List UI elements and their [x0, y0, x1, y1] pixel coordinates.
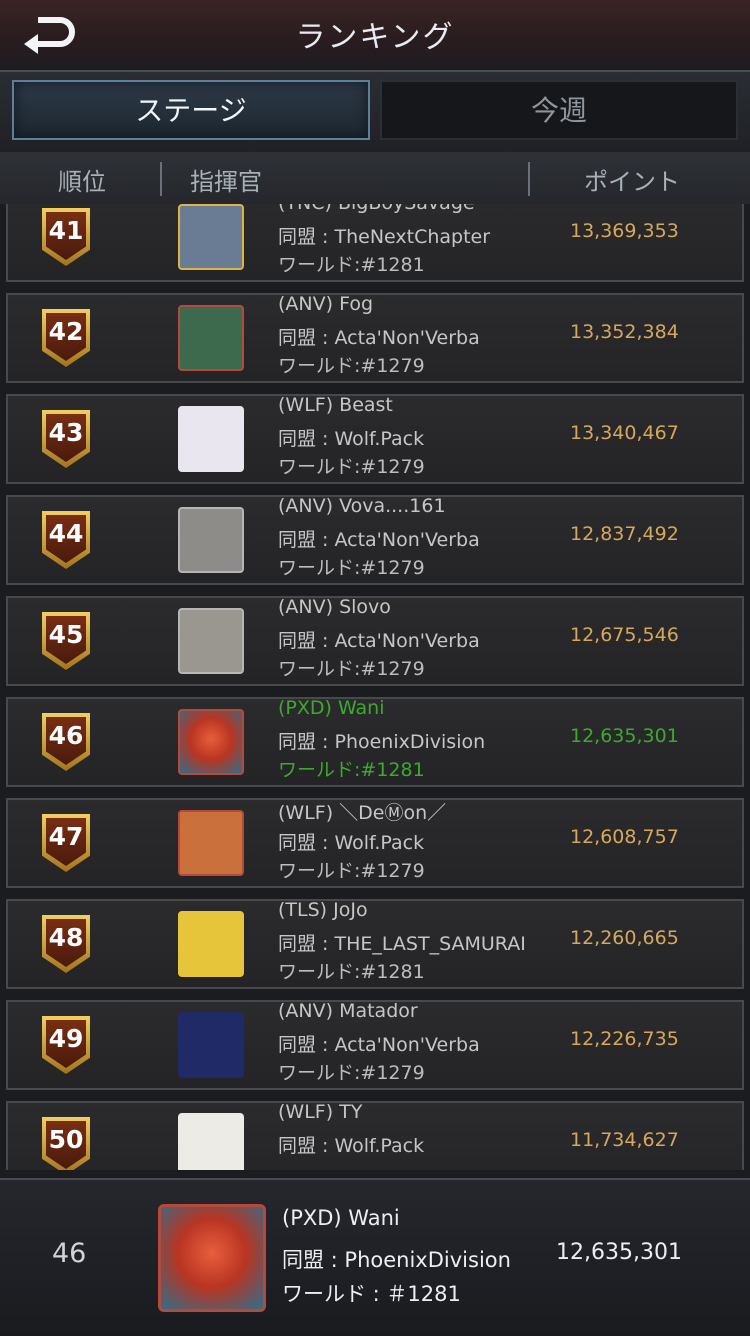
alliance-name: 同盟 : Wolf.Pack: [278, 832, 425, 854]
alliance-name: 同盟 : Acta'Non'Verba: [278, 1034, 480, 1056]
rank-badge: 49: [42, 1016, 90, 1074]
avatar[interactable]: [178, 507, 244, 573]
column-divider: [528, 162, 530, 196]
world-number: ワールド:#1281: [278, 759, 425, 781]
points-value: 11,734,627: [570, 1129, 679, 1151]
avatar[interactable]: [178, 1012, 244, 1078]
column-header: 順位 指揮官 ポイント: [0, 152, 750, 204]
column-points: ポイント: [584, 168, 680, 196]
points-value: 13,369,353: [570, 220, 679, 242]
avatar[interactable]: [178, 810, 244, 876]
points-value: 12,675,546: [570, 624, 679, 646]
world-number: ワールド:#1279: [278, 557, 425, 579]
ranking-row[interactable]: 41 (TNC) BigBoySavage 同盟 : TheNextChapte…: [6, 204, 744, 282]
column-commander: 指揮官: [190, 168, 262, 196]
my-alliance-name: 同盟 : PhoenixDivision: [282, 1248, 511, 1272]
points-value: 13,340,467: [570, 422, 679, 444]
rank-badge: 41: [42, 208, 90, 266]
rank-badge: 42: [42, 309, 90, 367]
alliance-name: 同盟 : Wolf.Pack: [278, 428, 425, 450]
player-name: (ANV) Matador: [278, 1000, 418, 1022]
world-number: ワールド:#1279: [278, 658, 425, 680]
rank-badge: 50: [42, 1117, 90, 1170]
rank-badge: 47: [42, 814, 90, 872]
column-divider: [160, 162, 162, 196]
rank-badge: 44: [42, 511, 90, 569]
world-number: ワールド:#1279: [278, 860, 425, 882]
alliance-name: 同盟 : Wolf.Pack: [278, 1135, 425, 1157]
player-name: (WLF) ＼DeⓂon／: [278, 802, 447, 824]
my-rank-footer: 46 (PXD) Wani 同盟 : PhoenixDivision ワールド …: [0, 1178, 750, 1336]
rank-badge: 43: [42, 410, 90, 468]
tab-bar: ステージ 今週: [0, 72, 750, 152]
alliance-name: 同盟 : TheNextChapter: [278, 226, 491, 248]
my-points-value: 12,635,301: [556, 1240, 682, 1265]
world-number: ワールド:#1281: [278, 254, 425, 276]
ranking-row-self[interactable]: 46 (PXD) Wani 同盟 : PhoenixDivision ワールド:…: [6, 697, 744, 787]
ranking-row[interactable]: 48 (TLS) JoJo 同盟 : THE_LAST_SAMURAI ワールド…: [6, 899, 744, 989]
ranking-row[interactable]: 42 (ANV) Fog 同盟 : Acta'Non'Verba ワールド:#1…: [6, 293, 744, 383]
world-number: ワールド:#1279: [278, 1062, 425, 1084]
my-rank: 46: [52, 1238, 87, 1269]
ranking-row[interactable]: 50 (WLF) TY 同盟 : Wolf.Pack 11,734,627: [6, 1101, 744, 1170]
avatar[interactable]: [178, 608, 244, 674]
points-value: 13,352,384: [570, 321, 679, 343]
avatar[interactable]: [178, 305, 244, 371]
tab-stage[interactable]: ステージ: [12, 80, 370, 140]
ranking-list[interactable]: 41 (TNC) BigBoySavage 同盟 : TheNextChapte…: [0, 204, 750, 1170]
world-number: ワールド:#1279: [278, 456, 425, 478]
player-name: (TNC) BigBoySavage: [278, 204, 475, 214]
player-name: (TLS) JoJo: [278, 899, 368, 921]
rank-badge: 48: [42, 915, 90, 973]
points-value: 12,260,665: [570, 927, 679, 949]
avatar[interactable]: [178, 406, 244, 472]
points-value: 12,608,757: [570, 826, 679, 848]
alliance-name: 同盟 : Acta'Non'Verba: [278, 529, 480, 551]
column-rank: 順位: [58, 168, 106, 196]
points-value: 12,837,492: [570, 523, 679, 545]
alliance-name: 同盟 : Acta'Non'Verba: [278, 630, 480, 652]
ranking-row[interactable]: 44 (ANV) Vova....161 同盟 : Acta'Non'Verba…: [6, 495, 744, 585]
rank-badge: 46: [42, 713, 90, 771]
avatar[interactable]: [178, 204, 244, 270]
page-title: ランキング: [295, 20, 455, 55]
player-name: (ANV) Slovo: [278, 596, 391, 618]
avatar[interactable]: [178, 1113, 244, 1170]
player-name: (PXD) Wani: [278, 697, 385, 719]
ranking-row[interactable]: 45 (ANV) Slovo 同盟 : Acta'Non'Verba ワールド:…: [6, 596, 744, 686]
avatar[interactable]: [178, 709, 244, 775]
player-name: (ANV) Vova....161: [278, 495, 446, 517]
ranking-row[interactable]: 49 (ANV) Matador 同盟 : Acta'Non'Verba ワール…: [6, 1000, 744, 1090]
rank-badge: 45: [42, 612, 90, 670]
player-name: (ANV) Fog: [278, 293, 374, 315]
alliance-name: 同盟 : PhoenixDivision: [278, 731, 486, 753]
avatar[interactable]: [178, 911, 244, 977]
player-name: (WLF) TY: [278, 1101, 363, 1123]
world-number: ワールド:#1281: [278, 961, 425, 983]
header-bar: ランキング: [0, 0, 750, 72]
alliance-name: 同盟 : Acta'Non'Verba: [278, 327, 480, 349]
alliance-name: 同盟 : THE_LAST_SAMURAI: [278, 933, 526, 955]
my-player-name: (PXD) Wani: [282, 1206, 400, 1230]
my-world-number: ワールド : ＃1281: [282, 1282, 461, 1306]
ranking-row[interactable]: 47 (WLF) ＼DeⓂon／ 同盟 : Wolf.Pack ワールド:#12…: [6, 798, 744, 888]
ranking-row[interactable]: 43 (WLF) Beast 同盟 : Wolf.Pack ワールド:#1279…: [6, 394, 744, 484]
my-avatar[interactable]: [158, 1204, 266, 1312]
tab-this-week[interactable]: 今週: [380, 80, 738, 140]
world-number: ワールド:#1279: [278, 355, 425, 377]
points-value: 12,635,301: [570, 725, 679, 747]
player-name: (WLF) Beast: [278, 394, 393, 416]
points-value: 12,226,735: [570, 1028, 679, 1050]
